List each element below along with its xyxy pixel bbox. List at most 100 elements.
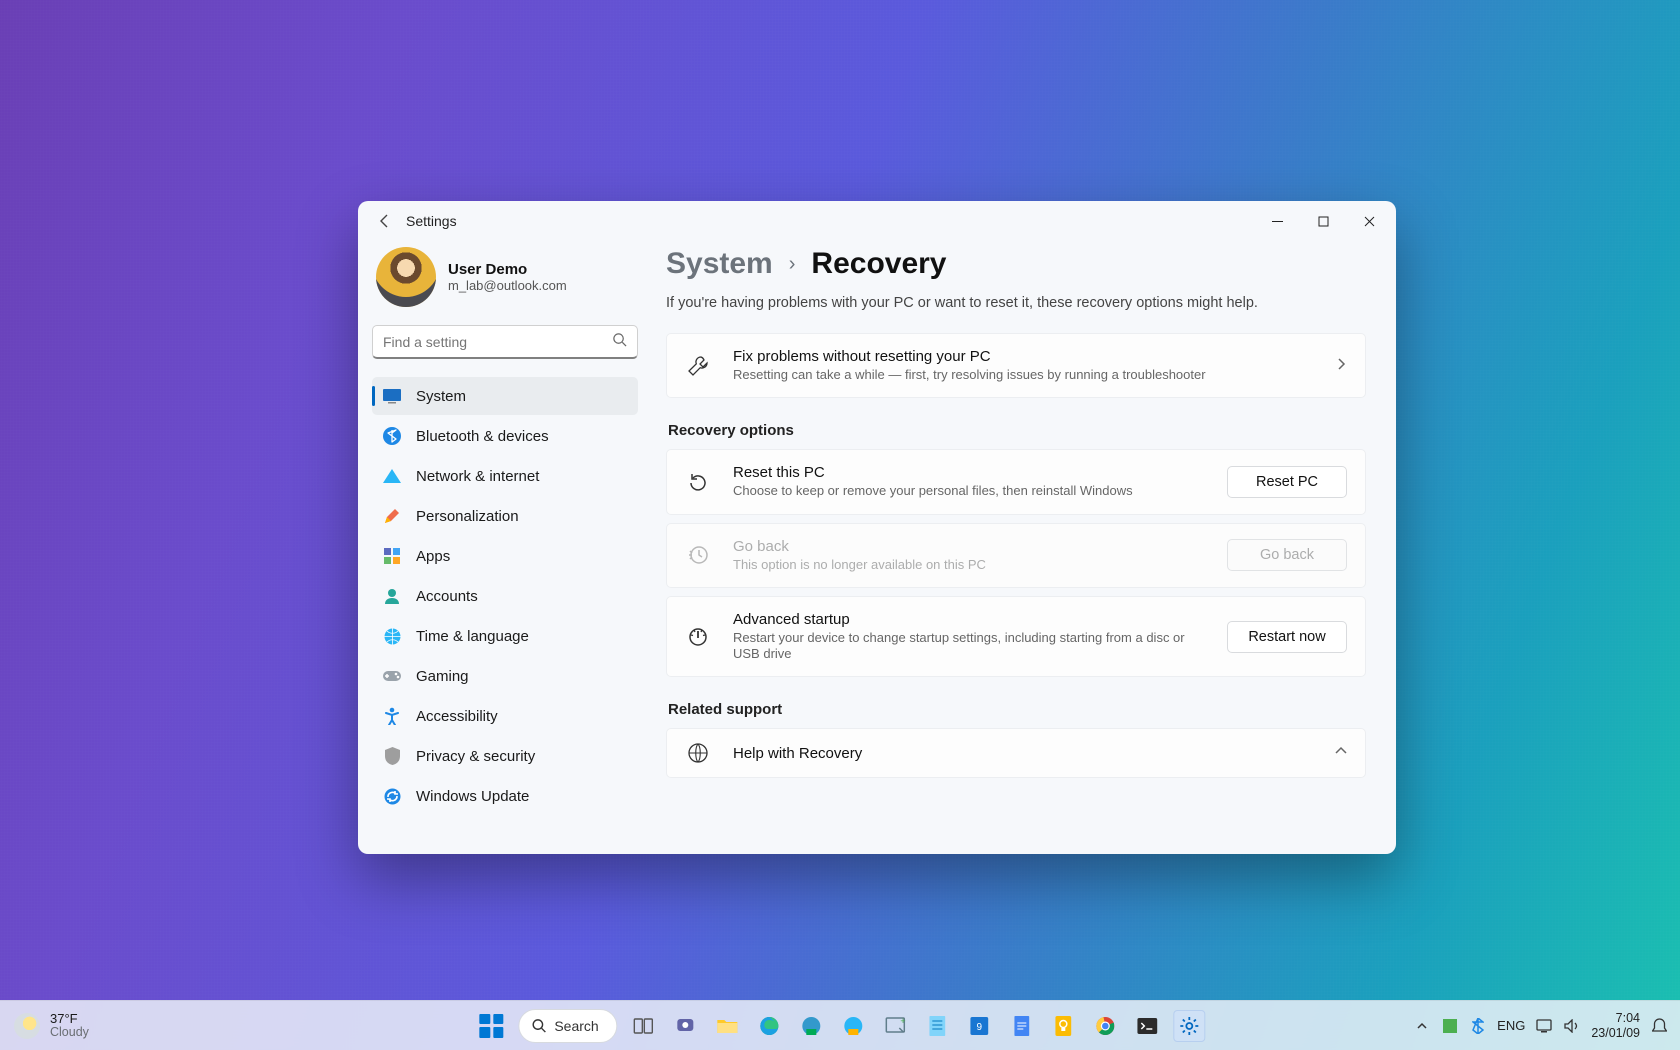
- advanced-startup-card: Advanced startup Restart your device to …: [666, 596, 1366, 678]
- notifications-icon[interactable]: [1650, 1017, 1668, 1035]
- help-with-recovery-card[interactable]: Help with Recovery: [666, 728, 1366, 778]
- edge-icon[interactable]: [754, 1010, 786, 1042]
- weather-text: Cloudy: [50, 1025, 89, 1040]
- main-content: System › Recovery If you're having probl…: [652, 241, 1396, 854]
- apps-icon: [382, 546, 402, 566]
- card-subtitle: Choose to keep or remove your personal f…: [733, 483, 1205, 499]
- minimize-button[interactable]: [1254, 205, 1300, 237]
- card-title: Fix problems without resetting your PC: [733, 348, 1313, 365]
- sidebar-item-system[interactable]: System: [372, 377, 638, 415]
- sidebar-item-apps[interactable]: Apps: [372, 537, 638, 575]
- titlebar: Settings: [358, 201, 1396, 241]
- wrench-icon: [685, 355, 711, 377]
- file-explorer-icon[interactable]: [712, 1010, 744, 1042]
- related-support-heading: Related support: [668, 701, 1366, 718]
- sidebar-item-label: System: [416, 388, 466, 405]
- sidebar-item-accessibility[interactable]: Accessibility: [372, 697, 638, 735]
- chrome-icon[interactable]: [1090, 1010, 1122, 1042]
- tray-app-icon[interactable]: [1441, 1017, 1459, 1035]
- taskbar-search-label: Search: [554, 1018, 598, 1034]
- tray-bluetooth-icon[interactable]: [1469, 1017, 1487, 1035]
- search-input[interactable]: [383, 334, 612, 350]
- profile-block[interactable]: User Demo m_lab@outlook.com: [372, 241, 638, 323]
- gaming-icon: [382, 666, 402, 686]
- breadcrumb: System › Recovery: [666, 241, 1366, 281]
- edge-beta-icon[interactable]: [796, 1010, 828, 1042]
- sidebar-item-label: Windows Update: [416, 788, 529, 805]
- maximize-icon: [1318, 216, 1329, 227]
- sidebar-item-personalization[interactable]: Personalization: [372, 497, 638, 535]
- snipping-tool-icon[interactable]: +: [880, 1010, 912, 1042]
- restart-now-button[interactable]: Restart now: [1227, 621, 1347, 653]
- sidebar-item-gaming[interactable]: Gaming: [372, 657, 638, 695]
- breadcrumb-current: Recovery: [811, 247, 946, 281]
- tray-overflow-icon[interactable]: [1413, 1017, 1431, 1035]
- go-back-card: Go back This option is no longer availab…: [666, 523, 1366, 588]
- sidebar-item-label: Accounts: [416, 588, 478, 605]
- avatar: [376, 247, 436, 307]
- taskbar-center: Search + 9: [474, 1009, 1205, 1043]
- network-tray-icon[interactable]: [1535, 1017, 1553, 1035]
- notepad-icon[interactable]: [922, 1010, 954, 1042]
- terminal-icon[interactable]: [1132, 1010, 1164, 1042]
- card-title: Reset this PC: [733, 464, 1205, 481]
- weather-widget[interactable]: 37°F Cloudy: [0, 1012, 89, 1040]
- network-icon: [382, 466, 402, 486]
- close-button[interactable]: [1346, 205, 1392, 237]
- sidebar-item-accounts[interactable]: Accounts: [372, 577, 638, 615]
- windows-update-icon: [382, 786, 402, 806]
- volume-tray-icon[interactable]: [1563, 1017, 1581, 1035]
- bluetooth-icon: [382, 426, 402, 446]
- chevron-up-icon: [1335, 744, 1347, 762]
- reset-pc-card: Reset this PC Choose to keep or remove y…: [666, 449, 1366, 514]
- accessibility-icon: [382, 706, 402, 726]
- language-indicator[interactable]: ENG: [1497, 1018, 1525, 1033]
- close-icon: [1364, 216, 1375, 227]
- card-subtitle: This option is no longer available on th…: [733, 557, 1205, 573]
- google-keep-icon[interactable]: [1048, 1010, 1080, 1042]
- sidebar-item-label: Privacy & security: [416, 748, 535, 765]
- sidebar-item-label: Apps: [416, 548, 450, 565]
- svg-text:+: +: [901, 1017, 906, 1026]
- taskbar-search[interactable]: Search: [518, 1009, 617, 1043]
- fix-problems-card[interactable]: Fix problems without resetting your PC R…: [666, 333, 1366, 398]
- privacy-icon: [382, 746, 402, 766]
- system-icon: [382, 386, 402, 406]
- intro-text: If you're having problems with your PC o…: [666, 295, 1366, 311]
- reset-pc-button[interactable]: Reset PC: [1227, 466, 1347, 498]
- start-button[interactable]: [474, 1009, 508, 1043]
- sidebar-item-label: Bluetooth & devices: [416, 428, 549, 445]
- sidebar: User Demo m_lab@outlook.com System Bluet…: [358, 241, 652, 854]
- google-docs-icon[interactable]: [1006, 1010, 1038, 1042]
- reset-icon: [685, 471, 711, 493]
- sidebar-item-label: Accessibility: [416, 708, 498, 725]
- sidebar-nav: System Bluetooth & devices Network & int…: [372, 377, 638, 815]
- clock[interactable]: 7:04 23/01/09: [1591, 1011, 1640, 1040]
- calendar-icon[interactable]: 9: [964, 1010, 996, 1042]
- personalization-icon: [382, 506, 402, 526]
- sidebar-item-label: Time & language: [416, 628, 529, 645]
- sidebar-item-network[interactable]: Network & internet: [372, 457, 638, 495]
- card-title: Go back: [733, 538, 1205, 555]
- sidebar-item-time-language[interactable]: Time & language: [372, 617, 638, 655]
- window-title: Settings: [406, 213, 457, 229]
- task-view-icon[interactable]: [628, 1010, 660, 1042]
- go-back-button: Go back: [1227, 539, 1347, 571]
- sidebar-item-bluetooth[interactable]: Bluetooth & devices: [372, 417, 638, 455]
- chat-icon[interactable]: [670, 1010, 702, 1042]
- back-button[interactable]: [370, 206, 400, 236]
- edge-canary-icon[interactable]: [838, 1010, 870, 1042]
- profile-email: m_lab@outlook.com: [448, 278, 567, 293]
- search-icon: [612, 332, 627, 352]
- sidebar-item-windows-update[interactable]: Windows Update: [372, 777, 638, 815]
- card-subtitle: Resetting can take a while — first, try …: [733, 367, 1313, 383]
- sidebar-item-privacy[interactable]: Privacy & security: [372, 737, 638, 775]
- svg-text:9: 9: [977, 1022, 983, 1033]
- breadcrumb-parent[interactable]: System: [666, 247, 773, 281]
- search-icon: [531, 1018, 546, 1033]
- search-field[interactable]: [372, 325, 638, 359]
- recovery-options-heading: Recovery options: [668, 422, 1366, 439]
- maximize-button[interactable]: [1300, 205, 1346, 237]
- globe-icon: [685, 743, 711, 763]
- settings-app-icon[interactable]: [1174, 1010, 1206, 1042]
